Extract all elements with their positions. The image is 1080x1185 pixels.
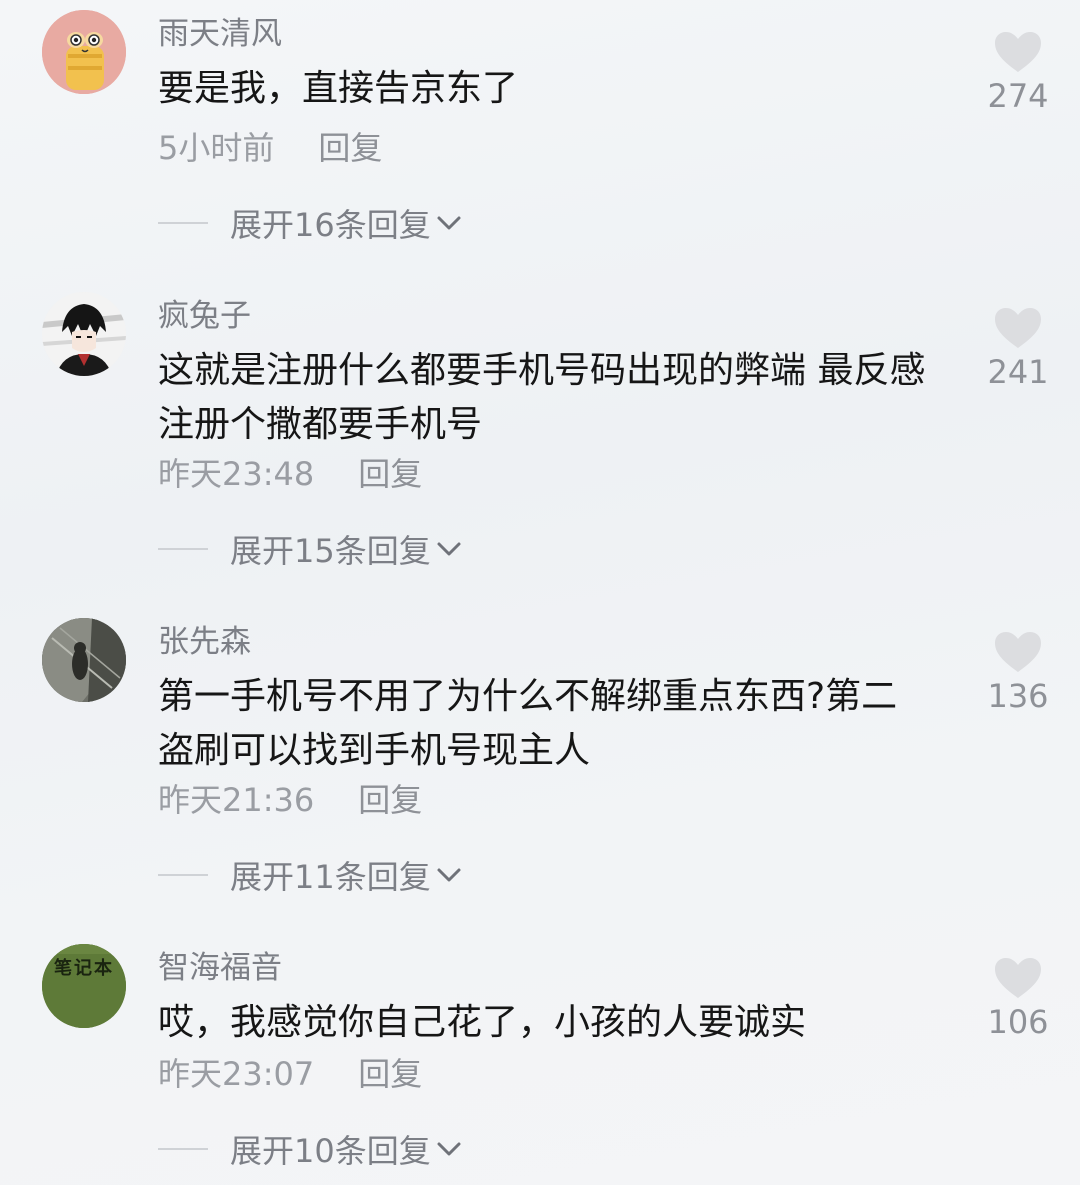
like-count: 136 (987, 677, 1049, 715)
anime-character-avatar-icon (42, 292, 126, 376)
expand-replies-label: 展开15条回复 (230, 532, 431, 570)
heart-icon (995, 632, 1041, 672)
divider-line (158, 874, 208, 876)
dark-photo-avatar-icon (42, 618, 126, 702)
expand-replies-label: 展开16条回复 (230, 206, 431, 244)
divider-line (158, 548, 208, 550)
comment-text: 要是我，直接告京东了 (158, 68, 519, 109)
avatar[interactable] (42, 292, 126, 376)
username[interactable]: 雨天清风 (158, 14, 282, 54)
expand-replies-button[interactable]: 展开10条回复 (158, 1129, 463, 1170)
avatar-text: 笔记本 (54, 958, 114, 979)
divider-line (158, 222, 208, 224)
username[interactable]: 张先森 (158, 622, 251, 662)
comment-item: 笔记本 智海福音 哎，我感觉你自己花了，小孩的人要诚实 昨天23:07 回复 展开… (0, 934, 1080, 1185)
avatar[interactable] (42, 618, 126, 702)
heart-icon (995, 32, 1041, 72)
reply-button[interactable]: 回复 (318, 128, 382, 168)
comment-item: 雨天清风 要是我，直接告京东了 5小时前 回复 展开16条回复 274 (0, 0, 1080, 270)
divider-line (158, 1148, 208, 1150)
comment-text: 这就是注册什么都要手机号码出现的弊端 最反感注册个撒都要手机号 (158, 350, 926, 445)
chevron-down-icon (437, 542, 461, 556)
avatar[interactable]: 笔记本 (42, 944, 126, 1028)
reply-button[interactable]: 回复 (358, 780, 422, 820)
chevron-down-icon (437, 868, 461, 882)
comment-meta: 5小时前 回复 (158, 128, 382, 168)
comment-item: 张先森 第一手机号不用了为什么不解绑重点东西?第二盗刷可以找到手机号现主人 昨天… (0, 608, 1080, 908)
heart-icon (995, 308, 1041, 348)
comment-meta: 昨天21:36 回复 (158, 780, 422, 820)
timestamp: 昨天21:36 (158, 781, 315, 819)
username[interactable]: 智海福音 (158, 948, 282, 988)
expand-replies-label: 展开11条回复 (230, 858, 431, 896)
like-button[interactable]: 106 (980, 956, 1056, 1042)
comment-item: 疯兔子 这就是注册什么都要手机号码出现的弊端 最反感注册个撒都要手机号 昨天23… (0, 282, 1080, 582)
chevron-down-icon (437, 1142, 461, 1156)
like-button[interactable]: 136 (980, 630, 1056, 716)
expand-replies-label: 展开10条回复 (230, 1132, 431, 1170)
comment-text: 第一手机号不用了为什么不解绑重点东西?第二盗刷可以找到手机号现主人 (158, 676, 898, 771)
reply-button[interactable]: 回复 (358, 454, 422, 494)
timestamp: 昨天23:07 (158, 1055, 315, 1093)
timestamp: 5小时前 (158, 129, 275, 167)
expand-replies-button[interactable]: 展开16条回复 (158, 203, 463, 244)
like-button[interactable]: 241 (980, 306, 1056, 392)
comment-text: 哎，我感觉你自己花了，小孩的人要诚实 (158, 1002, 807, 1043)
like-count: 274 (987, 77, 1049, 115)
like-button[interactable]: 274 (980, 30, 1056, 116)
comment-meta: 昨天23:48 回复 (158, 454, 422, 494)
heart-icon (995, 958, 1041, 998)
notebook-avatar-icon (42, 944, 126, 1028)
cartoon-bread-avatar-icon (42, 10, 126, 94)
comment-meta: 昨天23:07 回复 (158, 1054, 422, 1094)
expand-replies-button[interactable]: 展开15条回复 (158, 529, 463, 570)
like-count: 241 (987, 353, 1049, 391)
chevron-down-icon (437, 216, 461, 230)
reply-button[interactable]: 回复 (358, 1054, 422, 1094)
username[interactable]: 疯兔子 (158, 296, 251, 336)
timestamp: 昨天23:48 (158, 455, 315, 493)
avatar[interactable] (42, 10, 126, 94)
like-count: 106 (987, 1003, 1049, 1041)
expand-replies-button[interactable]: 展开11条回复 (158, 855, 463, 896)
